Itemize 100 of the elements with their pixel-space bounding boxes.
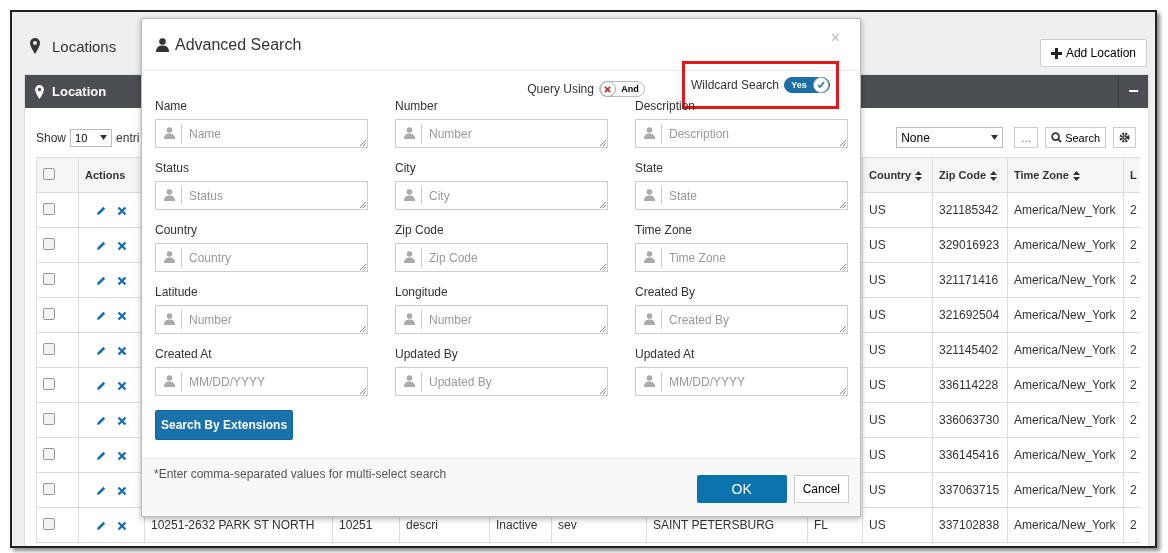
table-cell: Inactive [496, 518, 538, 532]
table-cell: America/New_York [1014, 448, 1116, 462]
collapse-button[interactable]: − [1118, 75, 1148, 108]
column-header: Actions [85, 169, 126, 181]
pencil-icon[interactable] [96, 345, 107, 357]
add-location-button[interactable]: Add Location [1039, 39, 1147, 67]
field-label: Description [635, 99, 697, 113]
settings-button[interactable] [1113, 127, 1136, 148]
plus-icon [1050, 47, 1062, 59]
table-cell: America/New_York [1014, 203, 1116, 217]
close-icon[interactable] [117, 240, 127, 251]
check-icon [817, 81, 825, 89]
row-checkbox[interactable] [43, 517, 55, 530]
table-cell: 2 [1130, 343, 1137, 357]
sort-icon[interactable] [915, 171, 923, 182]
table-cell: 336063730 [939, 413, 1000, 427]
filter-select[interactable]: None [896, 127, 1004, 148]
table-cell: 336145416 [939, 448, 1000, 462]
toggle-label: Query Using [527, 82, 594, 96]
table-cell: America/New_York [1014, 413, 1116, 427]
page-size-select[interactable]: 10 [70, 128, 113, 147]
toggle-switch[interactable]: Yes [784, 77, 830, 93]
pencil-icon[interactable] [96, 240, 107, 252]
table-cell: US [869, 308, 886, 322]
row-checkbox[interactable] [43, 237, 55, 250]
input-field[interactable]: State [635, 181, 848, 210]
row-checkbox[interactable] [43, 272, 55, 285]
user-icon [404, 313, 415, 325]
input-field[interactable]: Description [635, 119, 848, 148]
table-cell: 2 [1130, 308, 1137, 322]
user-icon [404, 375, 415, 387]
pencil-icon[interactable] [96, 275, 107, 287]
settings-icon [1119, 132, 1130, 143]
row-checkbox[interactable] [43, 482, 55, 495]
toggle-switch[interactable]: And [598, 81, 645, 97]
close-icon[interactable] [117, 380, 127, 391]
resize-grip-icon [359, 139, 366, 146]
input-field[interactable]: Time Zone [635, 243, 848, 272]
table-cell: 2 [1130, 378, 1137, 392]
input-field[interactable]: Status [155, 181, 368, 210]
user-icon [156, 37, 169, 52]
input-field[interactable]: Number [395, 119, 608, 148]
row-checkbox[interactable] [43, 202, 55, 215]
table-cell: 321145402 [939, 343, 999, 357]
close-icon[interactable] [117, 450, 127, 461]
close-icon[interactable] [117, 310, 127, 321]
table-cell: America/New_York [1014, 273, 1116, 287]
input-field[interactable]: Country [155, 243, 368, 272]
user-icon [644, 375, 655, 387]
user-icon [164, 375, 175, 387]
column-header[interactable]: Time Zone [1014, 168, 1069, 181]
pencil-icon[interactable] [96, 415, 107, 427]
input-field[interactable]: Name [155, 119, 368, 148]
row-checkbox[interactable] [43, 412, 55, 425]
search-by-extensions-button[interactable]: Search By Extensions [155, 410, 294, 440]
resize-grip-icon [359, 201, 366, 208]
close-icon[interactable] [117, 415, 127, 426]
input-field[interactable]: Number [395, 305, 608, 334]
table-cell: US [869, 378, 886, 392]
search-icon [1051, 132, 1063, 143]
row-checkbox[interactable] [43, 377, 55, 390]
pencil-icon[interactable] [96, 380, 107, 392]
table-cell: 2 [1130, 518, 1137, 532]
search-button[interactable]: Search [1045, 127, 1106, 148]
input-field[interactable]: Zip Code [395, 243, 608, 272]
resize-grip-icon [359, 325, 366, 332]
entries-label: entri [116, 130, 140, 145]
input-field[interactable]: Number [155, 305, 368, 334]
table-cell: 2 [1130, 203, 1137, 217]
input-field[interactable]: Updated By [395, 367, 608, 396]
input-field[interactable]: MM/DD/YYYY [155, 367, 368, 396]
table-cell: 2 [1130, 273, 1137, 287]
pencil-icon[interactable] [96, 205, 107, 217]
pencil-icon[interactable] [96, 450, 107, 462]
input-field[interactable]: Created By [635, 305, 848, 334]
show-label: Show [36, 130, 67, 145]
close-icon[interactable] [117, 345, 127, 356]
field-label: Longitude [395, 285, 449, 299]
row-checkbox[interactable] [43, 342, 55, 355]
table-cell: FL [814, 518, 828, 532]
pencil-icon[interactable] [96, 310, 107, 322]
row-checkbox[interactable] [43, 307, 55, 320]
more-button[interactable]: ... [1014, 127, 1039, 148]
table-cell: US [869, 273, 886, 287]
close-icon[interactable] [117, 275, 127, 286]
sort-icon[interactable] [990, 171, 998, 182]
column-header[interactable]: L [1130, 169, 1137, 181]
close-icon[interactable] [117, 205, 127, 216]
input-field[interactable]: City [395, 181, 608, 210]
cancel-button[interactable]: Cancel [793, 475, 849, 503]
close-icon[interactable] [117, 520, 127, 531]
sort-icon[interactable] [1072, 171, 1080, 182]
input-field[interactable]: MM/DD/YYYY [635, 367, 848, 396]
close-icon[interactable] [117, 485, 127, 496]
pencil-icon[interactable] [96, 485, 107, 497]
select-all-checkbox[interactable] [43, 168, 55, 180]
row-checkbox[interactable] [43, 447, 55, 460]
pencil-icon[interactable] [96, 520, 107, 532]
ok-button[interactable]: OK [696, 475, 787, 503]
map-pin-icon [30, 38, 40, 54]
